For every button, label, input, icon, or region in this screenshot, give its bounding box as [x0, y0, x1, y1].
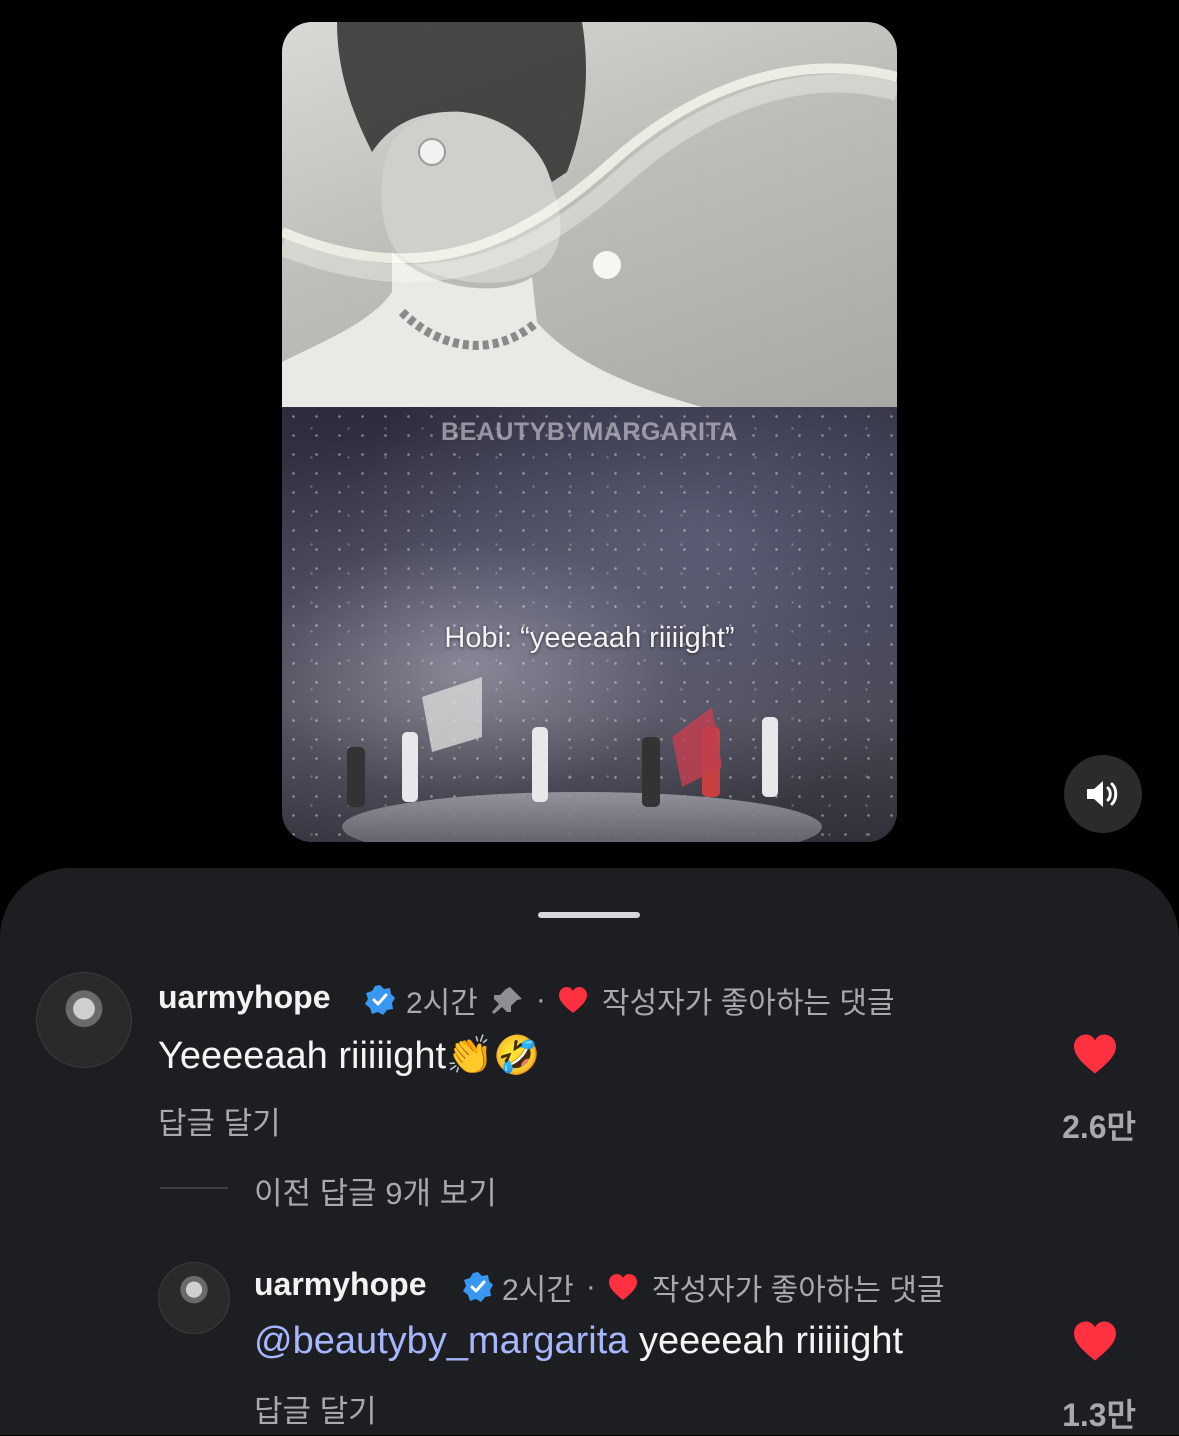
verified-badge-icon: [463, 1272, 493, 1302]
meta-separator: ·: [535, 983, 546, 1016]
verified-badge-icon: [365, 985, 395, 1015]
comments-sheet: uarmyhope 2시간 · 작성자가 좋아하는 댓글 Yeeeeaah ri…: [0, 868, 1179, 1435]
avatar[interactable]: [36, 972, 132, 1068]
avatar[interactable]: [158, 1262, 230, 1334]
creator-liked-label: 작성자가 좋아하는 댓글: [651, 1274, 945, 1307]
reply-button[interactable]: 답글 달기: [254, 1386, 377, 1431]
thread-line: [160, 1187, 228, 1189]
reply-body-text: yeeeeah riiiiight: [628, 1320, 904, 1362]
sound-toggle-button[interactable]: [1064, 755, 1142, 833]
performer-silhouette: [282, 22, 897, 407]
view-previous-replies[interactable]: 이전 답글 9개 보기: [254, 1168, 497, 1213]
heart-icon: [608, 1274, 637, 1300]
pin-icon: [491, 987, 522, 1014]
comment-username[interactable]: uarmyhope: [158, 979, 330, 1016]
reply-text: @beautyby_margarita yeeeeah riiiiight: [254, 1320, 903, 1363]
speaker-icon: [1087, 781, 1118, 807]
reply-button[interactable]: 답글 달기: [158, 1098, 281, 1143]
comment-meta: 2시간 · 작성자가 좋아하는 댓글: [364, 978, 895, 1022]
meta-separator: ·: [585, 1270, 596, 1303]
reply-meta: 2시간 · 작성자가 좋아하는 댓글: [462, 1265, 945, 1309]
reply-username[interactable]: uarmyhope: [254, 1266, 426, 1303]
reel-video[interactable]: BEAUTYBYMARGARITA Hobi: “yeeeaah riiiigh…: [282, 22, 897, 842]
sheet-drag-handle[interactable]: [538, 912, 640, 918]
like-count: 2.6만: [1062, 1109, 1136, 1145]
mention-link[interactable]: @beautyby_margarita: [254, 1320, 628, 1362]
comment-text: Yeeeeaah riiiiight👏🤣: [158, 1035, 541, 1077]
creator-liked-label: 작성자가 좋아하는 댓글: [601, 987, 895, 1020]
like-count: 1.3만: [1062, 1397, 1136, 1433]
like-heart-icon[interactable]: [1071, 1320, 1119, 1362]
video-watermark: BEAUTYBYMARGARITA: [441, 418, 738, 446]
reply-time: 2시간: [502, 1274, 574, 1307]
video-caption: Hobi: “yeeeaah riiiight”: [444, 622, 735, 654]
video-frame-top: [282, 22, 897, 407]
like-heart-icon[interactable]: [1071, 1033, 1119, 1075]
heart-icon: [558, 987, 587, 1013]
comment-time: 2시간: [406, 987, 478, 1020]
